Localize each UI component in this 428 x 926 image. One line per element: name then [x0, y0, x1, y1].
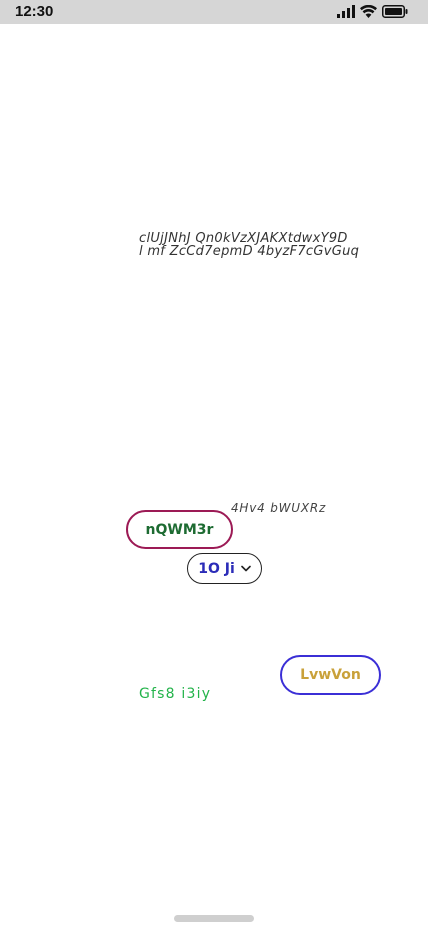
- home-indicator[interactable]: [174, 915, 254, 922]
- status-time: 12:30: [15, 3, 54, 20]
- signal-icon: [337, 5, 355, 18]
- battery-icon: [382, 5, 408, 18]
- chevron-down-icon: [240, 565, 251, 572]
- primary-button[interactable]: nQWM3r: [126, 510, 233, 549]
- dropdown-select[interactable]: 1O Ji: [187, 553, 262, 584]
- paragraph-text: clUjJNhJ Qn0kVzXJAKXtdwxY9D l mf ZcCd7ep…: [139, 232, 399, 258]
- status-bar: 12:30: [0, 0, 428, 24]
- paragraph-line: l mf ZcCd7epmD 4byzF7cGvGuq: [139, 244, 360, 259]
- secondary-button[interactable]: LvwVon: [280, 655, 381, 695]
- status-icons: [337, 5, 408, 18]
- green-label: Gfs8 i3iy: [139, 686, 212, 702]
- dropdown-selected-value: 1O Ji: [198, 560, 235, 577]
- wifi-icon: [360, 5, 377, 18]
- caption-text: 4Hv4 bWUXRz: [231, 501, 327, 515]
